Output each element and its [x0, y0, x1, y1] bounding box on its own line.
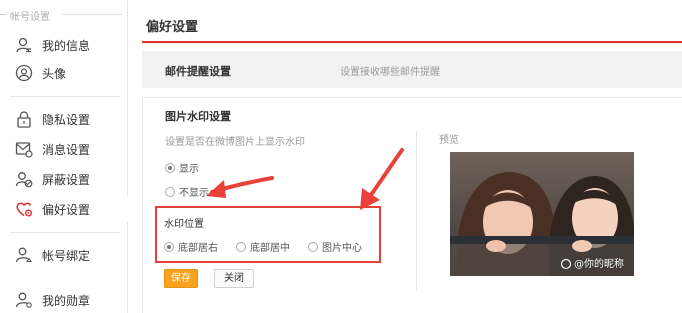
radio-circle[interactable] [236, 241, 246, 252]
sidebar-item-account-bind[interactable]: 帐号绑定 [0, 242, 128, 268]
watermark-position-group: 水印位置 底部居右 底部居中 图片中心 [155, 206, 381, 263]
radio-circle[interactable] [164, 241, 174, 252]
watermark-position-title: 水印位置 [164, 219, 204, 230]
sidebar-item-label: 屏蔽设置 [42, 173, 91, 187]
radio-label: 底部居中 [250, 243, 290, 254]
sidebar-item-preferences[interactable]: 偏好设置 [0, 196, 128, 222]
sidebar-divider [10, 232, 120, 233]
sidebar-item-label: 头像 [42, 67, 67, 81]
avatar-icon [15, 64, 33, 82]
radio-circle[interactable] [165, 162, 175, 173]
mail-reminder-row[interactable]: 邮件提醒设置 设置接收哪些邮件提醒 [142, 51, 682, 88]
sidebar-section-title: 帐号设置 [0, 8, 122, 23]
sidebar-item-label: 我的信息 [42, 39, 91, 53]
sidebar: 帐号设置 我的信息 头像 隐私设置 消息设置 屏蔽设置 偏好设置 帐号绑定 我的… [0, 0, 128, 313]
radio-label: 显示 [179, 164, 199, 175]
radio-label: 底部居右 [178, 243, 218, 254]
sidebar-item-privacy[interactable]: 隐私设置 [0, 106, 128, 132]
radio-image-center[interactable]: 图片中心 [308, 239, 362, 254]
preview-image: @你的昵称 [450, 152, 634, 276]
user-info-icon [16, 37, 31, 53]
mail-reminder-description: 设置接收哪些邮件提醒 [340, 67, 440, 78]
main-panel: 偏好设置 邮件提醒设置 设置接收哪些邮件提醒 图片水印设置 设置是否在微博图片上… [128, 0, 682, 313]
sidebar-item-medal[interactable]: 我的勋章 [0, 287, 128, 313]
watermark-question: 设置是否在微博图片上显示水印 [165, 137, 305, 148]
preview-label: 预览 [439, 135, 459, 146]
radio-hide-watermark[interactable]: 不显示 [165, 184, 209, 199]
radio-circle[interactable] [308, 241, 318, 252]
radio-label: 不显示 [179, 188, 209, 199]
medal-icon [15, 292, 32, 308]
watermark-settings-panel: 图片水印设置 设置是否在微博图片上显示水印 显示 不显示 水印位置 底部居右 底… [142, 97, 682, 313]
radio-show-watermark[interactable]: 显示 [165, 160, 199, 175]
watermark-title: 图片水印设置 [165, 110, 231, 123]
radio-circle[interactable] [165, 186, 175, 197]
page-title: 偏好设置 [146, 20, 199, 35]
account-bind-icon [15, 247, 33, 263]
message-icon [15, 142, 33, 158]
radio-bottom-center[interactable]: 底部居中 [236, 239, 290, 254]
mail-reminder-title: 邮件提醒设置 [165, 65, 231, 78]
sidebar-item-block[interactable]: 屏蔽设置 [0, 166, 128, 192]
radio-label: 图片中心 [322, 243, 362, 254]
sidebar-item-label: 消息设置 [42, 143, 91, 157]
close-button[interactable]: 关闭 [214, 269, 254, 288]
sidebar-item-label: 我的勋章 [42, 294, 91, 308]
sidebar-item-avatar[interactable]: 头像 [0, 60, 128, 86]
lock-icon [17, 111, 31, 128]
sidebar-item-my-info[interactable]: 我的信息 [0, 32, 128, 58]
save-button[interactable]: 保存 [164, 269, 198, 288]
vertical-divider [416, 131, 417, 291]
sidebar-divider [10, 96, 120, 97]
heart-settings-icon [16, 202, 32, 217]
radio-bottom-right[interactable]: 底部居右 [164, 239, 218, 254]
sidebar-item-label: 帐号绑定 [42, 249, 91, 263]
title-divider [142, 43, 682, 44]
block-icon [15, 172, 33, 188]
sidebar-item-label: 隐私设置 [42, 113, 91, 127]
preview-watermark-text: @你的昵称 [574, 259, 624, 270]
sidebar-item-label: 偏好设置 [42, 203, 91, 217]
sidebar-item-message[interactable]: 消息设置 [0, 136, 128, 162]
